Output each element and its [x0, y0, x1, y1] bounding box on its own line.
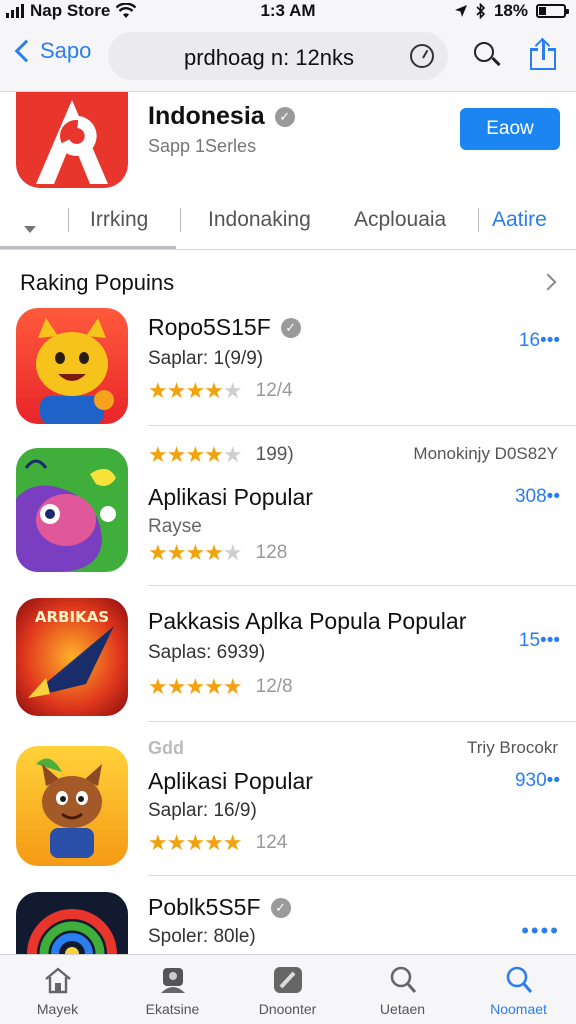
price-button[interactable]: 15•••: [519, 630, 560, 652]
list-item[interactable]: Gdd Triy Brocokr Aplikasi Popular Saplar…: [0, 722, 576, 876]
list-item[interactable]: ARBIKAS Pakkasis Aplka Popula Popular Sa…: [0, 586, 576, 722]
list-item[interactable]: ★★★★★ 199) Monokinjy D0S82Y Aplikasi Pop…: [0, 426, 576, 586]
list-item[interactable]: Ropo5S15F ✓ Saplar: 1(9/9) ★★★★★ 12/4 16…: [0, 302, 576, 426]
icon-caption: ARBIKAS: [35, 608, 109, 626]
app-tag: Gdd: [148, 738, 184, 758]
price-button[interactable]: ••••: [521, 918, 560, 944]
star-rating: ★★★★★: [148, 674, 243, 699]
app-subtitle: Saplar: 16/9): [148, 800, 257, 821]
ring-app-icon: [16, 892, 128, 954]
app-title: Poblk5S5F ✓: [148, 894, 291, 921]
battery-percent: 18%: [493, 1, 528, 20]
chevron-right-icon[interactable]: [539, 273, 557, 291]
fox-mascot-app-icon: [16, 308, 128, 424]
top-rating-row: ★★★★★ 199): [148, 442, 294, 468]
tab-divider: [68, 208, 69, 232]
tab-bar-item-ekatsine[interactable]: Ekatsine: [115, 955, 230, 1024]
featured-app-title: Indonesia ✓: [148, 102, 295, 131]
tab-bar-item-mayek[interactable]: Mayek: [0, 955, 115, 1024]
tab-bar-label: Dnoonter: [258, 1001, 317, 1017]
status-bar: Nap Store 1:3 AM 18%: [0, 0, 576, 24]
tab-aatire[interactable]: Aatire: [492, 208, 547, 232]
rating-row: ★★★★★ 12/4: [148, 378, 293, 404]
rating-count: 128: [255, 542, 288, 563]
price-button[interactable]: 930••: [515, 770, 560, 792]
rating-count: 199): [255, 444, 294, 465]
chevron-left-icon: [14, 39, 38, 63]
tab-bar-item-noomaet[interactable]: Noomaet: [461, 955, 576, 1024]
search-icon: [506, 966, 533, 993]
tab-acplouaia[interactable]: Acplouaia: [354, 208, 446, 232]
tab-bar-label: Noomaet: [490, 1001, 547, 1017]
verified-badge-icon: ✓: [270, 897, 291, 918]
app-subtitle: Rayse: [148, 516, 202, 537]
back-button[interactable]: Sapo: [8, 38, 91, 64]
person-icon: [161, 968, 185, 993]
app-subtitle: Spoler: 80le): [148, 926, 256, 947]
rating-count: 12/4: [255, 380, 293, 401]
section-title: Raking Popuins: [20, 270, 175, 295]
star-rating: ★★★★★: [148, 378, 243, 403]
app-name: Pakkasis Aplka Popula Popular: [148, 608, 467, 634]
price-button[interactable]: 308••: [515, 486, 560, 508]
verified-badge-icon: ✓: [274, 106, 295, 127]
tab-ranking[interactable]: Irrking: [90, 208, 148, 232]
search-field[interactable]: prdhoag n: 12nks: [108, 32, 448, 80]
app-name: Aplikasi Popular: [148, 768, 313, 794]
tab-bar-label: Mayek: [36, 1001, 79, 1017]
developer-note: Monokinjy D0S82Y: [413, 444, 558, 463]
tab-indicator: [0, 246, 176, 249]
verified-badge-icon: ✓: [280, 317, 301, 338]
bottom-tab-bar: Mayek Ekatsine Dnoonter Uetaen Noomaet: [0, 954, 576, 1024]
share-icon[interactable]: [528, 37, 558, 72]
app-subtitle: Saplar: 1(9/9): [148, 348, 264, 369]
app-subtitle: Saplas: 6939): [148, 642, 266, 663]
tab-bar-label: Uetaen: [379, 1001, 426, 1017]
developer-note: Triy Brocokr: [467, 738, 558, 757]
app-title: Ropo5S15F ✓: [148, 314, 301, 341]
search-icon[interactable]: [474, 42, 502, 70]
tab-divider: [478, 208, 479, 232]
featured-app-name: Indonesia: [148, 102, 265, 130]
tab-bar-label: Ekatsine: [145, 1001, 200, 1017]
blob-monster-app-icon: [16, 448, 128, 572]
tab-indonaking[interactable]: Indonaking: [208, 208, 311, 232]
caret-down-icon[interactable]: [24, 226, 36, 233]
bluetooth-icon: [476, 3, 486, 19]
tab-divider: [180, 208, 181, 232]
star-rating: ★★★★★: [148, 830, 243, 855]
location-arrow-icon: [454, 5, 467, 17]
battery-icon: [536, 4, 569, 18]
status-right: 18%: [454, 1, 569, 21]
star-rating: ★★★★★: [148, 540, 243, 565]
list-item[interactable]: Poblk5S5F ✓ Spoler: 80le) ••••: [0, 876, 576, 954]
rating-count: 124: [255, 832, 288, 853]
featured-app-subtitle: Sapp 1Serles: [148, 136, 257, 156]
house-icon: [45, 967, 71, 994]
rating-row: ★★★★★ 124: [148, 830, 287, 856]
history-clock-icon[interactable]: [410, 44, 434, 68]
search-query: prdhoag n: 12nks: [184, 45, 355, 70]
rating-row: ★★★★★ 128: [148, 540, 287, 566]
star-rating: ★★★★★: [148, 442, 243, 467]
category-tabs: Irrking Indonaking Acplouaia Aatire: [0, 200, 576, 250]
tab-bar-item-dnoonter[interactable]: Dnoonter: [230, 955, 345, 1024]
app-name: Aplikasi Popular: [148, 484, 313, 510]
rating-count: 12/8: [255, 676, 293, 697]
tab-bar-item-uetaen[interactable]: Uetaen: [345, 955, 460, 1024]
nav-bar: Sapo prdhoag n: 12nks: [0, 24, 576, 92]
featured-app-header: Indonesia ✓ Sapp 1Serles Eaow: [0, 92, 576, 200]
back-label: Sapo: [40, 38, 92, 63]
price-button[interactable]: 16•••: [519, 330, 560, 352]
pencil-icon: [274, 967, 302, 993]
search-icon: [390, 966, 417, 993]
app-name: Ropo5S15F: [148, 314, 271, 340]
app-logo-icon[interactable]: [16, 92, 128, 188]
rocket-app-icon: ARBIKAS: [16, 598, 128, 716]
rating-row: ★★★★★ 12/8: [148, 674, 293, 700]
creature-app-icon: [16, 746, 128, 866]
get-button[interactable]: Eaow: [460, 108, 560, 150]
app-name: Poblk5S5F: [148, 894, 261, 920]
